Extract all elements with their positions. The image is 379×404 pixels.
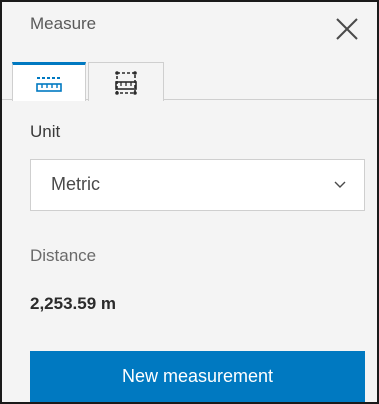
unit-select-value: Metric (51, 174, 100, 194)
distance-label: Distance (30, 246, 97, 265)
ruler-distance-icon (36, 77, 62, 92)
close-icon (336, 18, 358, 40)
unit-label: Unit (30, 122, 61, 141)
measure-content: Unit Metric Distance 2,253.59 m New meas… (2, 101, 377, 402)
tab-area[interactable] (88, 62, 164, 102)
distance-value: 2,253.59 m (30, 294, 117, 313)
chevron-down-icon (334, 181, 346, 188)
measure-tabs (2, 48, 377, 103)
panel-title: Measure (30, 14, 97, 33)
new-measurement-button[interactable]: New measurement (30, 351, 365, 402)
measure-panel: Measure Unit Metric Distance 2,253.59 m … (0, 0, 379, 404)
area-measure-icon (115, 70, 137, 95)
close-button[interactable] (332, 14, 362, 44)
unit-select[interactable]: Metric (30, 159, 365, 211)
tab-distance[interactable] (12, 62, 86, 103)
